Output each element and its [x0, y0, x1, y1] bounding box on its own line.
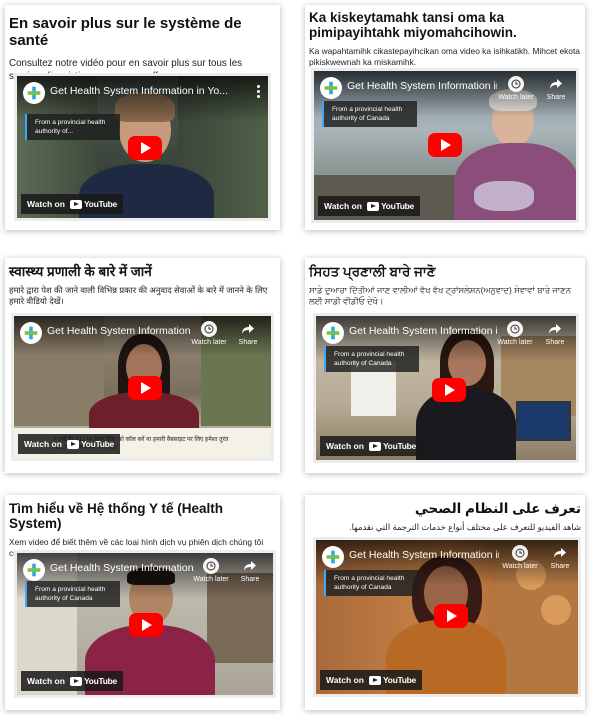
youtube-logo-icon: YouTube: [66, 439, 114, 449]
watch-later-button[interactable]: Watch later: [496, 321, 534, 346]
watch-on-youtube-button[interactable]: Watch on YouTube: [21, 194, 123, 214]
info-panel[interactable]: From a provincial health authority of Ca…: [322, 101, 417, 127]
watch-on-label: Watch on: [324, 201, 362, 211]
watch-on-label: Watch on: [27, 199, 65, 209]
card-vietnamese: Tìm hiểu về Hệ thống Y tế (Health System…: [5, 495, 280, 710]
share-arrow-icon: [240, 321, 256, 337]
clock-icon: [508, 76, 524, 92]
watch-on-label: Watch on: [27, 676, 65, 686]
youtube-logo-icon: YouTube: [368, 441, 416, 451]
watch-later-button[interactable]: Watch later: [190, 321, 228, 346]
video-embed[interactable]: Get Health System Information in Yo... W…: [311, 68, 579, 223]
card-description: شاهد الفيديو للتعرف على مختلف أنواع خدما…: [349, 522, 581, 532]
share-button[interactable]: Share: [231, 558, 269, 583]
video-embed[interactable]: Get Health System Information in Yo... F…: [14, 73, 271, 221]
play-button[interactable]: [128, 136, 162, 160]
health-services-logo-icon[interactable]: [20, 322, 42, 344]
watch-on-label: Watch on: [326, 675, 364, 685]
card-punjabi: ਸਿਹਤ ਪ੍ਰਣਾਲੀ ਬਾਰੇ ਜਾਣੋ ਸਾਡੇ ਦੁਆਰਾ ਦਿੱਤੀਆ…: [305, 258, 585, 473]
watch-on-youtube-button[interactable]: Watch on YouTube: [21, 671, 123, 691]
clock-icon: [203, 558, 219, 574]
health-services-logo-icon[interactable]: [320, 77, 342, 99]
watch-later-button[interactable]: Watch later: [501, 545, 539, 570]
clock-icon: [507, 321, 523, 337]
share-arrow-icon: [552, 545, 568, 561]
watch-on-label: Watch on: [24, 439, 62, 449]
play-button[interactable]: [432, 378, 466, 402]
play-button[interactable]: [428, 133, 462, 157]
watch-on-youtube-button[interactable]: Watch on YouTube: [318, 196, 420, 216]
clock-icon: [512, 545, 528, 561]
card-description: ਸਾਡੇ ਦੁਆਰਾ ਦਿੱਤੀਆਂ ਜਾਣ ਵਾਲੀਆਂ ਵੱਖ ਵੱਖ ਟ੍…: [309, 285, 571, 306]
card-title: स्वास्थ्य प्रणाली के बारे में जानें: [9, 264, 152, 279]
info-panel[interactable]: From a provincial health authority of Ca…: [25, 581, 120, 607]
watch-later-button[interactable]: Watch later: [497, 76, 535, 101]
share-button[interactable]: Share: [229, 321, 267, 346]
share-button[interactable]: Share: [541, 545, 578, 570]
card-description: हमारे द्वारा पेश की जाने वाली विभिन्न प्…: [9, 285, 268, 306]
share-arrow-icon: [242, 558, 258, 574]
health-services-logo-icon[interactable]: [322, 546, 344, 568]
card-cree: Ka kiskeytamahk tansi oma ka pimipayihta…: [305, 5, 585, 230]
card-title: Ka kiskeytamahk tansi oma ka pimipayihta…: [309, 10, 517, 40]
video-title[interactable]: Get Health System Information in Yo...: [50, 85, 245, 97]
health-services-logo-icon[interactable]: [23, 82, 45, 104]
info-panel[interactable]: From a provincial health authority of Ca…: [324, 346, 419, 372]
play-button[interactable]: [129, 613, 163, 637]
card-title: Tìm hiểu về Hệ thống Y tế (Health System…: [9, 501, 224, 531]
watch-on-youtube-button[interactable]: Watch on YouTube: [320, 436, 422, 456]
video-title[interactable]: Get Health System Information in Yo...: [347, 80, 497, 92]
card-title: ਸਿਹਤ ਪ੍ਰਣਾਲੀ ਬਾਰੇ ਜਾਣੋ: [309, 264, 436, 279]
card-title: En savoir plus sur le système de santé: [9, 15, 242, 49]
youtube-logo-icon: YouTube: [368, 675, 416, 685]
share-arrow-icon: [548, 76, 564, 92]
health-services-logo-icon[interactable]: [23, 559, 45, 581]
watch-on-label: Watch on: [326, 441, 364, 451]
video-embed[interactable]: Get Health System Information in Yo... W…: [14, 550, 276, 698]
watch-later-button[interactable]: Watch later: [192, 558, 230, 583]
video-title[interactable]: Get Health System Information in Yo...: [349, 549, 499, 561]
video-embed[interactable]: Get Health System Information in Yo... W…: [313, 313, 579, 463]
info-panel[interactable]: From a provincial health authority of Ca…: [324, 570, 419, 596]
card-french: En savoir plus sur le système de santé C…: [5, 5, 280, 230]
more-vertical-icon[interactable]: [257, 85, 260, 100]
video-title[interactable]: Get Health System Information in Yo...: [47, 325, 192, 337]
video-title[interactable]: Get Health System Information in Yo...: [349, 325, 497, 337]
youtube-logo-icon: YouTube: [69, 676, 117, 686]
play-button[interactable]: [128, 376, 162, 400]
card-title: تعرف على النظام الصحي: [414, 501, 581, 516]
youtube-logo-icon: YouTube: [366, 201, 414, 211]
video-title[interactable]: Get Health System Information in Yo...: [50, 562, 195, 574]
share-arrow-icon: [547, 321, 563, 337]
youtube-logo-icon: YouTube: [69, 199, 117, 209]
video-embed[interactable]: र ज़्यों हैं। 811 पर हैल्थ लिंक को कॉल क…: [11, 313, 274, 461]
share-button[interactable]: Share: [537, 76, 575, 101]
video-embed[interactable]: Get Health System Information in Yo... W…: [313, 537, 581, 697]
play-button[interactable]: [434, 604, 468, 628]
card-description: Ka wapahtamihk cikastepayihcikan oma vid…: [309, 46, 580, 67]
share-button[interactable]: Share: [536, 321, 574, 346]
watch-on-youtube-button[interactable]: Watch on YouTube: [18, 434, 120, 454]
clock-icon: [201, 321, 217, 337]
card-hindi: स्वास्थ्य प्रणाली के बारे में जानें हमार…: [5, 258, 280, 473]
health-services-logo-icon[interactable]: [322, 322, 344, 344]
card-arabic: تعرف على النظام الصحي شاهد الفيديو للتعر…: [305, 495, 585, 710]
info-panel[interactable]: From a provincial health authority of...: [25, 114, 120, 140]
watch-on-youtube-button[interactable]: Watch on YouTube: [320, 670, 422, 690]
